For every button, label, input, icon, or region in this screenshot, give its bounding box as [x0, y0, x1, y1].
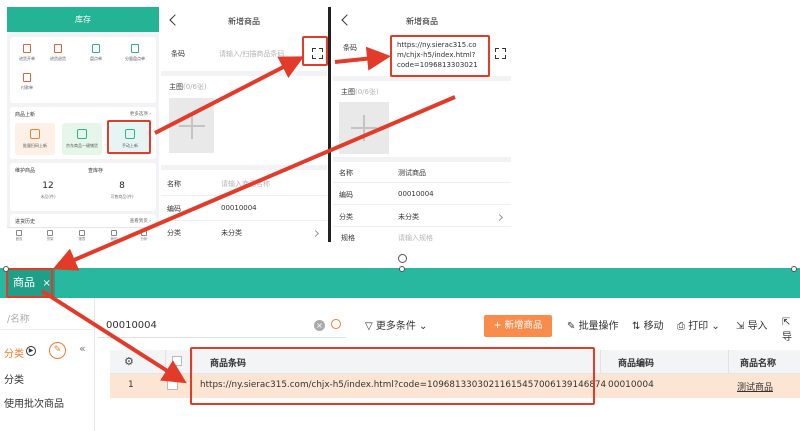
selection-handle[interactable]	[3, 266, 9, 272]
annotation-arrows	[40, 46, 456, 384]
arrow-group	[40, 46, 456, 384]
arrow-barcode-to-desktop	[52, 95, 456, 271]
arrow-manual-to-scan	[154, 56, 305, 135]
rotate-handle[interactable]	[398, 254, 407, 263]
selection-handle[interactable]	[791, 266, 797, 272]
selection-handle[interactable]	[399, 266, 405, 272]
arrow-scan-to-barcode	[334, 46, 391, 71]
arrow-tab-to-column	[40, 289, 187, 384]
